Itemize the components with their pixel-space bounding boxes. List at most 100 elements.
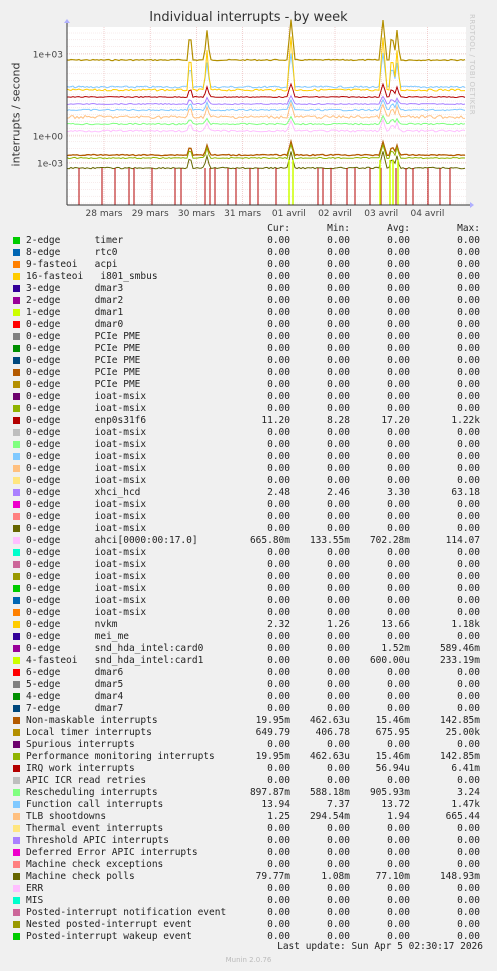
legend-avg: 0.00	[387, 367, 410, 378]
legend-min: 0.00	[327, 883, 350, 894]
legend-swatch	[13, 801, 20, 808]
legend-min: 0.00	[327, 595, 350, 606]
legend-avg: 0.00	[387, 847, 410, 858]
legend-label: 0-edge xhci_hcd	[26, 487, 141, 498]
legend-cur: 649.79	[255, 727, 290, 738]
legend-min: 8.28	[327, 415, 350, 426]
legend-swatch	[13, 861, 20, 868]
legend-cur: 0.00	[267, 703, 290, 714]
legend-label: 0-edge ioat-msix	[26, 439, 147, 450]
legend-cur: 2.32	[267, 619, 290, 630]
legend-avg: 0.00	[387, 835, 410, 846]
legend-swatch	[13, 921, 20, 928]
legend-min: 0.00	[327, 427, 350, 438]
legend-swatch	[13, 741, 20, 748]
legend-avg: 0.00	[387, 259, 410, 270]
legend-min: 0.00	[327, 571, 350, 582]
legend-max: 0.00	[457, 271, 480, 282]
legend-avg: 17.20	[381, 415, 410, 426]
legend-cur: 0.00	[267, 355, 290, 366]
legend-cur: 0.00	[267, 547, 290, 558]
legend-label: APIC ICR read retries	[26, 775, 147, 786]
legend-avg: 0.00	[387, 523, 410, 534]
legend-label: 6-edge dmar6	[26, 667, 124, 678]
legend-swatch	[13, 729, 20, 736]
legend-min: 0.00	[327, 907, 350, 918]
legend-swatch	[13, 417, 20, 424]
legend-label: 0-edge ioat-msix	[26, 571, 147, 582]
legend-max: 114.07	[445, 535, 480, 546]
legend-avg: 0.00	[387, 463, 410, 474]
legend-label: Thermal event interrupts	[26, 823, 164, 834]
legend-label: 3-edge dmar3	[26, 283, 124, 294]
legend-row: 0-edge ioat-msix 0.00 0.00 0.00 0.00	[0, 439, 497, 451]
legend-max: 0.00	[457, 559, 480, 570]
legend-row: ERR 0.00 0.00 0.00 0.00	[0, 883, 497, 895]
legend-cur: 665.80m	[249, 535, 290, 546]
legend-swatch	[13, 537, 20, 544]
legend-min: 0.00	[327, 271, 350, 282]
legend-max: 0.00	[457, 631, 480, 642]
legend-swatch	[13, 621, 20, 628]
legend-max: 1.18k	[451, 619, 480, 630]
legend-row: 6-edge dmar6 0.00 0.00 0.00 0.00	[0, 667, 497, 679]
legend-cur: 0.00	[267, 859, 290, 870]
legend-row: 3-edge dmar3 0.00 0.00 0.00 0.00	[0, 283, 497, 295]
legend-cur: 0.00	[267, 463, 290, 474]
legend-row: MIS 0.00 0.00 0.00 0.00	[0, 895, 497, 907]
legend-min: 0.00	[327, 631, 350, 642]
legend-label: Performance monitoring interrupts	[26, 751, 215, 762]
legend-row: 0-edge ioat-msix 0.00 0.00 0.00 0.00	[0, 571, 497, 583]
legend-row: 5-edge dmar5 0.00 0.00 0.00 0.00	[0, 679, 497, 691]
legend-label: 0-edge ioat-msix	[26, 559, 147, 570]
legend-avg: 0.00	[387, 355, 410, 366]
legend-cur: 0.00	[267, 451, 290, 462]
legend-avg: 600.00u	[369, 655, 410, 666]
legend-avg: 0.00	[387, 499, 410, 510]
legend-max: 0.00	[457, 247, 480, 258]
legend-avg: 0.00	[387, 475, 410, 486]
legend-swatch	[13, 897, 20, 904]
legend-label: Threshold APIC interrupts	[26, 835, 169, 846]
legend-label: 4-fasteoi snd_hda_intel:card1	[26, 655, 204, 666]
legend-avg: 0.00	[387, 451, 410, 462]
legend-label: MIS	[26, 895, 44, 906]
legend-avg: 0.00	[387, 283, 410, 294]
legend-cur: 0.00	[267, 319, 290, 330]
legend-min: 462.63u	[309, 715, 350, 726]
legend-max: 0.00	[457, 919, 480, 930]
legend-min: 0.00	[327, 667, 350, 678]
legend-swatch	[13, 297, 20, 304]
legend-swatch	[13, 669, 20, 676]
legend-row: Posted-interrupt notification event 0.00 0…	[0, 907, 497, 919]
legend-swatch	[13, 525, 20, 532]
legend-label: 0-edge PCIe PME	[26, 343, 141, 354]
legend-swatch	[13, 501, 20, 508]
legend-min: 0.00	[327, 739, 350, 750]
legend-avg: 13.72	[381, 799, 410, 810]
legend-cur: 0.00	[267, 439, 290, 450]
last-update: Last update: Sun Apr 5 02:30:17 2026	[277, 941, 483, 952]
legend-max: 63.18	[451, 487, 480, 498]
legend-cur: 0.00	[267, 367, 290, 378]
legend-swatch	[13, 561, 20, 568]
legend-min: 2.46	[327, 487, 350, 498]
legend-cur: 0.00	[267, 331, 290, 342]
legend-label: 0-edge mei_me	[26, 631, 129, 642]
legend-label: TLB shootdowns	[26, 811, 107, 822]
legend-row: Machine check polls 79.77m 1.08m 77.10m 148.…	[0, 871, 497, 883]
legend-swatch	[13, 909, 20, 916]
legend-min: 0.00	[327, 439, 350, 450]
legend-row: 0-edge enp0s31f6 11.20 8.28 17.20 1.22k	[0, 415, 497, 427]
legend-avg: 0.00	[387, 511, 410, 522]
legend-max: 0.00	[457, 847, 480, 858]
legend-row: 0-edge ioat-msix 0.00 0.00 0.00 0.00	[0, 391, 497, 403]
legend-min: 0.00	[327, 511, 350, 522]
legend-swatch	[13, 393, 20, 400]
legend-min: 0.00	[327, 523, 350, 534]
legend-avg: 0.00	[387, 895, 410, 906]
legend-cur: 0.00	[267, 427, 290, 438]
x-tick-label: 28 mars	[86, 209, 123, 219]
legend-avg: 0.00	[387, 391, 410, 402]
legend-swatch	[13, 453, 20, 460]
